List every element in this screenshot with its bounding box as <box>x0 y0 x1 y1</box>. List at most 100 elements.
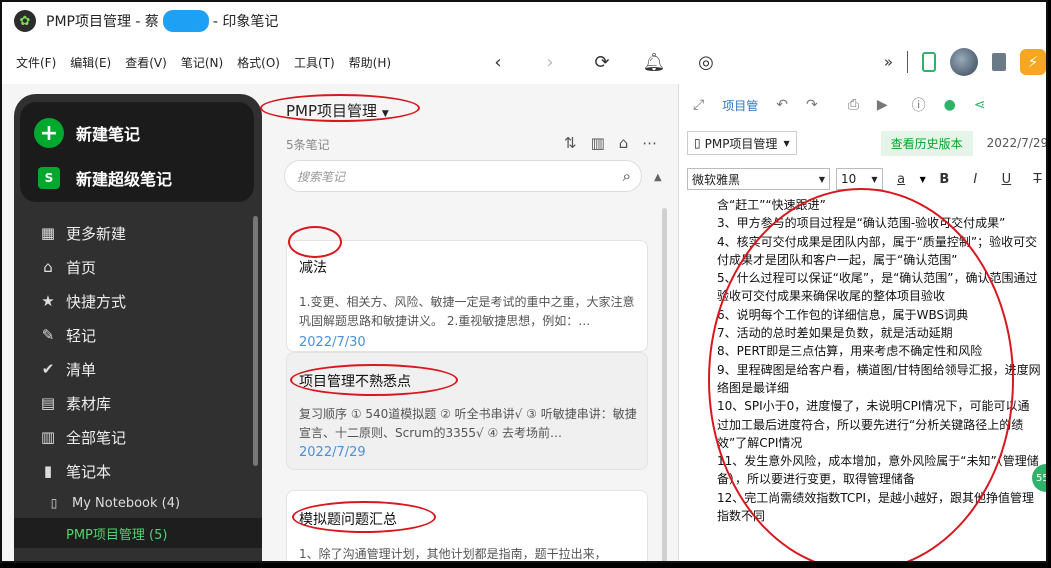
annotation-ring <box>708 188 1014 561</box>
sidebar-notebook-pmp[interactable]: PMP项目管理 (5) <box>14 518 262 548</box>
sidebar-item-home[interactable]: ⌂ 首页 <box>14 250 262 284</box>
menu-bar: 文件(F) 编辑(E) 查看(V) 笔记(N) 格式(O) 工具(T) 帮助(H… <box>2 40 1046 84</box>
main-menu: 文件(F) 编辑(E) 查看(V) 笔记(N) 格式(O) 工具(T) 帮助(H… <box>2 54 391 71</box>
undo-icon[interactable]: ↶ <box>776 97 788 113</box>
more-icon[interactable]: ⋯ <box>642 134 657 152</box>
note-card-date: 2022/7/30 <box>299 335 366 350</box>
print-icon[interactable]: ⎙ <box>848 97 859 113</box>
search-input[interactable]: 搜索笔记 ⌕ <box>284 160 642 192</box>
view-layout-icon[interactable]: ▥ <box>591 134 605 152</box>
elephant-logo-icon: ✿ <box>14 10 36 32</box>
menu-help[interactable]: 帮助(H) <box>349 54 391 71</box>
menu-edit[interactable]: 编辑(E) <box>70 54 111 71</box>
notebook-icon: ▮ <box>43 462 53 480</box>
scroll-up-icon[interactable]: ▲ <box>654 172 662 183</box>
note-card-date: 2022/7/29 <box>299 445 366 460</box>
menu-tools[interactable]: 工具(T) <box>294 54 335 71</box>
annotation-ring <box>288 226 342 258</box>
caret-down-icon: ▼ <box>818 174 825 184</box>
sidebar-item-label: 更多新建 <box>66 224 127 243</box>
sidebar-item-checklist[interactable]: ✔ 清单 <box>14 352 262 386</box>
avatar[interactable] <box>950 48 978 76</box>
annotation-ring <box>290 364 458 396</box>
sidebar-item-label: 全部笔记 <box>66 428 127 447</box>
title-suffix: - 印象笔记 <box>212 14 279 30</box>
title-bar: ✿ PMP项目管理 - 蔡 - 印象笔记 <box>2 2 1046 40</box>
note-card-snippet: 复习顺序 ① 540道模拟题 ② 听全书串讲√ ③ 听敏捷串讲：敏捷宣言、十二原… <box>299 407 637 440</box>
sidebar-item-more-new[interactable]: ▦ 更多新建 <box>14 216 262 250</box>
menu-file[interactable]: 文件(F) <box>16 54 56 71</box>
sidebar: + 新建笔记 S 新建超级笔记 ▦ 更多新建 ⌂ 首页 ★ 快捷方式 ✎ 轻记 ✔ 清单 … <box>14 94 262 561</box>
sidebar-item-notebooks[interactable]: ▮ 笔记本 <box>14 454 262 488</box>
present-icon[interactable]: ▶ <box>877 97 888 113</box>
notebook-select-value: PMP项目管理 <box>704 136 778 151</box>
menu-view[interactable]: 查看(V) <box>125 54 167 71</box>
sidebar-item-label: 快捷方式 <box>66 292 127 311</box>
info-icon[interactable]: ⓘ <box>912 95 926 115</box>
italic-button[interactable]: I <box>963 172 988 187</box>
sidebar-item-shortcuts[interactable]: ★ 快捷方式 <box>14 284 262 318</box>
annotation-ring <box>292 501 436 533</box>
notebook-select[interactable]: ▯ PMP项目管理 ▼ <box>687 131 797 155</box>
new-note-button[interactable]: + 新建笔记 <box>34 118 140 148</box>
search-icon[interactable]: ⌕ <box>623 167 631 185</box>
target-icon[interactable]: ◎ <box>680 52 732 73</box>
back-icon[interactable]: ‹ <box>472 52 524 73</box>
editor-toolbar: ⤢ 项目管 ↶ ↷ ⎙ ▶ ⓘ ● ⋖ <box>679 84 1046 126</box>
list-tools: ⇅ ▥ ⌂ ⋯ <box>564 134 657 152</box>
sidebar-notebook-label: PMP项目管理 (5) <box>66 527 168 543</box>
more-chevron-icon[interactable]: » <box>884 53 893 71</box>
sidebar-item-quick-note[interactable]: ✎ 轻记 <box>14 318 262 352</box>
bolt-icon[interactable]: ⚡︎ <box>1020 49 1046 75</box>
redacted-name <box>162 10 209 32</box>
underline-button[interactable]: U <box>994 172 1019 187</box>
bell-icon[interactable]: 🔔︎ <box>628 52 680 73</box>
reminder-icon[interactable]: ⌂ <box>619 134 629 152</box>
sort-icon[interactable]: ⇅ <box>564 134 577 152</box>
archive-icon: ▤ <box>40 394 56 412</box>
new-actions: + 新建笔记 S 新建超级笔记 <box>20 102 254 202</box>
sidebar-item-all-notes[interactable]: ▥ 全部笔记 <box>14 420 262 454</box>
history-button[interactable]: 查看历史版本 <box>880 130 973 156</box>
share-icon[interactable]: ⋖ <box>974 97 986 113</box>
sidebar-scrollbar[interactable] <box>253 216 258 466</box>
check-circle-icon: ✔ <box>41 360 55 378</box>
notebook-small-icon: ▯ <box>50 496 58 510</box>
share-user-icon[interactable]: ● <box>944 97 956 113</box>
font-select[interactable]: 微软雅黑 ▼ <box>687 168 830 190</box>
strikethrough-button[interactable]: T <box>1025 172 1046 187</box>
book-icon[interactable] <box>992 53 1006 71</box>
annotation-ring <box>260 94 420 122</box>
super-note-icon: S <box>38 167 60 189</box>
new-super-note-button[interactable]: S 新建超级笔记 <box>34 166 172 190</box>
notes-icon: ▥ <box>40 428 56 446</box>
note-list-scrollbar[interactable] <box>662 208 667 561</box>
sidebar-item-label: 轻记 <box>66 326 97 345</box>
expand-icon[interactable]: ⤢ <box>693 97 704 113</box>
font-size-select[interactable]: 10 ▼ <box>835 168 883 190</box>
editor-tab[interactable]: 项目管 <box>722 97 758 114</box>
menu-format[interactable]: 格式(O) <box>237 54 280 71</box>
sidebar-item-library[interactable]: ▤ 素材库 <box>14 386 262 420</box>
grid-icon: ▦ <box>40 224 56 242</box>
forward-icon[interactable]: › <box>524 52 576 73</box>
caret-down-icon: ▼ <box>783 138 790 148</box>
text-color-button[interactable]: a <box>889 172 914 187</box>
sidebar-item-label: 素材库 <box>66 394 112 413</box>
notebook-icon: ▯ <box>694 136 701 150</box>
sidebar-notebook-my[interactable]: ▯ My Notebook (4) <box>14 488 262 518</box>
bold-button[interactable]: B <box>932 172 957 187</box>
note-card[interactable]: 减法 1.变更、相关方、风险、敏捷一定是考试的重中之重，大家注意巩固解题思路和敏… <box>286 240 648 352</box>
redo-icon[interactable]: ↷ <box>806 97 818 113</box>
font-select-value: 微软雅黑 <box>692 172 741 187</box>
sidebar-item-label: 笔记本 <box>66 462 112 481</box>
phone-icon[interactable] <box>922 52 936 72</box>
pen-icon: ✎ <box>41 326 55 344</box>
caret-down-icon[interactable]: ▼ <box>920 175 926 184</box>
toolbar-divider <box>907 51 908 73</box>
nav-toolbar: ‹ › ⟳ 🔔︎ ◎ <box>472 40 732 84</box>
caret-down-icon: ▼ <box>871 174 878 184</box>
sync-icon[interactable]: ⟳ <box>576 52 628 73</box>
menu-note[interactable]: 笔记(N) <box>181 54 223 71</box>
window-title: PMP项目管理 - 蔡 - 印象笔记 <box>46 10 278 32</box>
